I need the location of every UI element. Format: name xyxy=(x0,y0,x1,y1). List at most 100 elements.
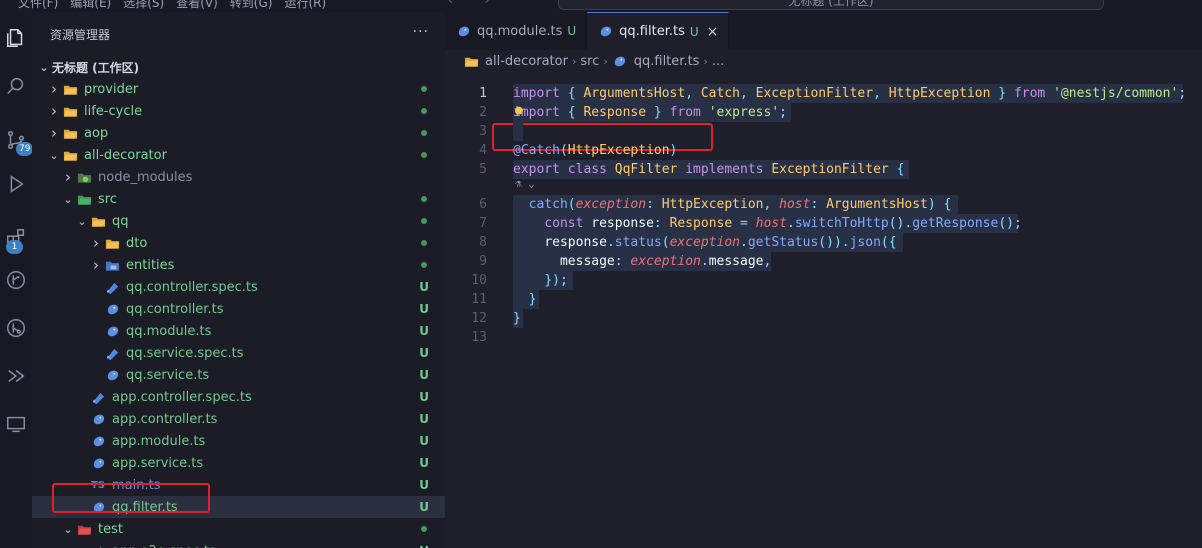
chevron-right-icon: › xyxy=(51,80,57,98)
more-actions-icon[interactable]: ··· xyxy=(413,24,429,40)
editor-tab[interactable]: qq.module.ts U xyxy=(445,12,588,50)
menu-item[interactable]: 编辑(E) xyxy=(70,0,111,11)
code-token: message xyxy=(559,254,615,269)
folder-icon xyxy=(463,53,479,69)
nest-icon xyxy=(90,455,106,471)
tree-file[interactable]: qq.module.ts U xyxy=(32,320,445,342)
code-token: from xyxy=(669,105,701,120)
code-line[interactable]: 1 import { ArgumentsHost, Catch, Exceptio… xyxy=(445,84,1202,103)
code-line[interactable]: 13 xyxy=(445,328,1202,347)
code-token: message xyxy=(708,254,764,269)
spec-icon xyxy=(90,389,106,405)
git-status-dot xyxy=(421,526,427,532)
folder-icon xyxy=(62,81,78,97)
code-token: getResponse xyxy=(912,216,999,231)
tree-folder[interactable]: › life-cycle xyxy=(32,100,445,122)
line-number: 7 xyxy=(479,216,487,231)
code-line[interactable]: 11 } xyxy=(445,290,1202,309)
code-token: getStatus xyxy=(747,235,819,250)
menu-item[interactable]: 选择(S) xyxy=(123,0,164,11)
spec-icon xyxy=(104,345,120,361)
tree-folder[interactable]: ⌄ test xyxy=(32,518,445,540)
tree-item-label: life-cycle xyxy=(84,103,143,119)
code-line[interactable]: 12} xyxy=(445,309,1202,328)
code-lens-icon[interactable]: ⚗ ⌄ xyxy=(515,177,535,190)
tree-folder[interactable]: › provider xyxy=(32,78,445,100)
tree-folder[interactable]: › node_modules xyxy=(32,166,445,188)
explorer-icon[interactable] xyxy=(0,18,32,58)
tree-file[interactable]: app.e2e-spec.ts U xyxy=(32,540,445,548)
source-control-icon[interactable]: 79 xyxy=(0,120,34,160)
code-token: import xyxy=(513,86,560,101)
tree-item-label: qq.service.spec.ts xyxy=(126,345,244,361)
line-number: 11 xyxy=(471,292,487,307)
tree-folder[interactable]: › entities xyxy=(32,254,445,276)
tree-item-label: qq.controller.ts xyxy=(126,301,224,317)
tab-label: qq.filter.ts xyxy=(619,24,685,39)
git-status-untracked: U xyxy=(419,346,429,360)
tree-file[interactable]: qq.service.spec.ts U xyxy=(32,342,445,364)
code-token: QqFilter xyxy=(614,162,678,177)
workspace-header[interactable]: ⌄ 无标题 (工作区) xyxy=(32,56,445,78)
tree-folder[interactable]: › aop xyxy=(32,122,445,144)
menu-item[interactable]: 查看(V) xyxy=(176,0,218,11)
menu-item[interactable]: 转到(G) xyxy=(230,0,273,11)
close-icon[interactable]: × xyxy=(707,24,719,40)
tree-item-label: dto xyxy=(126,235,148,251)
code-line[interactable]: 8 response.status(exception.getStatus())… xyxy=(445,233,1202,252)
code-line[interactable]: 2 import { Response } from 'express'; xyxy=(445,103,1202,122)
code-line[interactable]: 7 const response: Response = host.switch… xyxy=(445,214,1202,233)
code-line[interactable]: 9 message: exception.message, xyxy=(445,252,1202,271)
code-line[interactable]: 5 export class QqFilter implements Except… xyxy=(445,160,1202,179)
tree-file[interactable]: app.module.ts U xyxy=(32,430,445,452)
menu-item[interactable]: 运行(R) xyxy=(284,0,326,11)
tab-bar: qq.module.ts Uqq.filter.ts U × xyxy=(445,12,1202,50)
git-status-dot xyxy=(421,108,427,114)
editor-tab[interactable]: qq.filter.ts U × xyxy=(587,12,730,50)
tree-file[interactable]: qq.controller.spec.ts U xyxy=(32,276,445,298)
gitlens-icon[interactable] xyxy=(0,308,32,348)
nav-arrows[interactable]: ‹ › xyxy=(448,0,503,7)
tree-file[interactable]: app.controller.ts U xyxy=(32,408,445,430)
code-token: ExceptionFilter xyxy=(755,86,874,101)
tree-item-label: node_modules xyxy=(98,169,193,185)
run-debug-icon[interactable] xyxy=(0,164,32,204)
menu-item[interactable]: 文件(F) xyxy=(18,0,58,11)
tree-folder[interactable]: › dto xyxy=(32,232,445,254)
remote-icon[interactable] xyxy=(0,356,32,396)
git-status-untracked: U xyxy=(419,500,429,514)
tree-folder[interactable]: ⌄ all-decorator xyxy=(32,144,445,166)
tree-folder[interactable]: ⌄ qq xyxy=(32,210,445,232)
git-status-untracked: U xyxy=(419,324,429,338)
code-line[interactable]: 6 catch(exception: HttpException, host: … xyxy=(445,195,1202,214)
chevron-right-icon: › xyxy=(51,124,57,142)
folder-icon xyxy=(90,213,106,229)
remote-explorer-icon[interactable] xyxy=(0,404,32,444)
breadcrumb-item[interactable]: ... xyxy=(712,54,724,69)
tree-file[interactable]: qq.controller.ts U xyxy=(32,298,445,320)
tree-file[interactable]: app.service.ts U xyxy=(32,452,445,474)
code-token: implements xyxy=(685,162,764,177)
tree-file[interactable]: qq.service.ts U xyxy=(32,364,445,386)
tree-folder[interactable]: ⌄ src xyxy=(32,188,445,210)
search-icon[interactable] xyxy=(0,66,32,106)
code-line[interactable]: 10 }); xyxy=(445,271,1202,290)
nest-icon xyxy=(597,24,613,40)
code-token: Response xyxy=(669,216,733,231)
git-status-dot xyxy=(421,152,427,158)
line-number: 5 xyxy=(479,162,487,177)
nest-icon xyxy=(90,411,106,427)
tree-item-label: qq.module.ts xyxy=(126,323,212,339)
breadcrumb-item[interactable]: src xyxy=(580,54,599,69)
tree-item-label: app.module.ts xyxy=(112,433,206,449)
code-token: from xyxy=(1013,86,1046,101)
git-graph-icon[interactable] xyxy=(0,260,32,300)
lightbulb-icon[interactable]: ● xyxy=(515,103,523,118)
extensions-icon[interactable]: 1 xyxy=(0,218,32,258)
command-center[interactable]: 无标题 (工作区) xyxy=(558,0,1104,10)
code-line[interactable]: 4 @Catch(HttpException) xyxy=(445,141,1202,160)
breadcrumb-item[interactable]: qq.filter.ts xyxy=(634,54,700,69)
tree-file[interactable]: app.controller.spec.ts U xyxy=(32,386,445,408)
code-line[interactable]: 3 xyxy=(445,122,1202,141)
breadcrumb-item[interactable]: all-decorator xyxy=(485,54,568,69)
